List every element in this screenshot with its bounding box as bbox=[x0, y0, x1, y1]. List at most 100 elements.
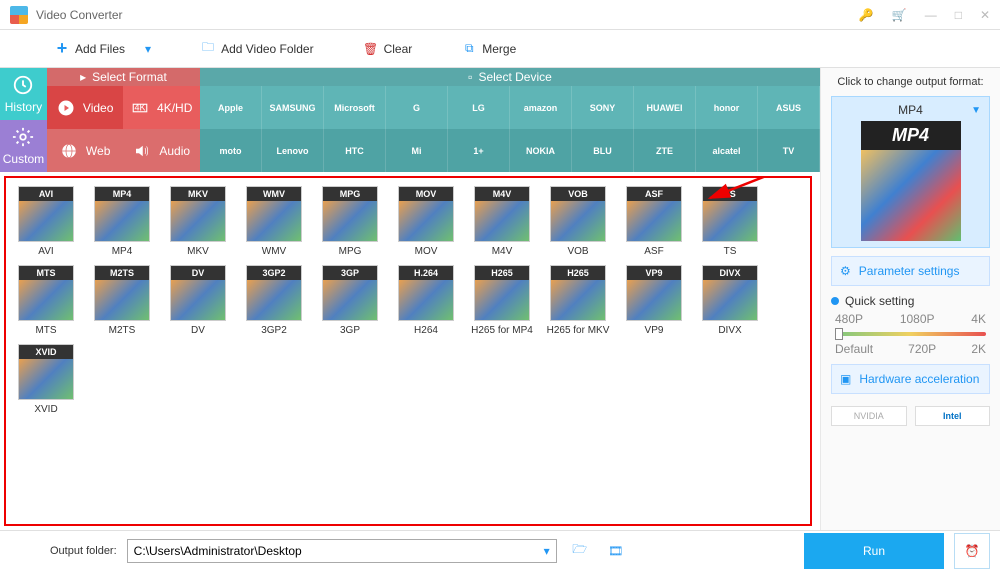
run-button[interactable]: Run bbox=[804, 533, 944, 569]
clear-button[interactable]: 🗑 Clear bbox=[364, 42, 413, 56]
format-avi[interactable]: AVIAVI bbox=[14, 186, 78, 257]
format-mov[interactable]: MOVMOV bbox=[394, 186, 458, 257]
format-asf[interactable]: ASFASF bbox=[622, 186, 686, 257]
format-m2ts[interactable]: M2TSM2TS bbox=[90, 265, 154, 336]
device-g[interactable]: G bbox=[386, 86, 448, 129]
merge-label: Merge bbox=[482, 42, 516, 56]
format-icon: DIVX bbox=[702, 265, 758, 321]
format-vob[interactable]: VOBVOB bbox=[546, 186, 610, 257]
custom-tab[interactable]: Custom bbox=[0, 120, 47, 172]
format-label: DV bbox=[191, 325, 205, 336]
device-tv[interactable]: TV bbox=[758, 129, 820, 172]
right-sidebar: Click to change output format: MP4 ▼ MP4… bbox=[820, 68, 1000, 530]
selected-format-name: MP4 bbox=[898, 103, 923, 117]
change-format-label: Click to change output format: bbox=[831, 76, 990, 88]
history-tab[interactable]: History bbox=[0, 68, 47, 120]
quality-slider[interactable] bbox=[835, 332, 986, 336]
open-output-button[interactable]: 🎞 bbox=[603, 539, 629, 563]
hardware-accel-button[interactable]: ▣ Hardware acceleration bbox=[831, 364, 990, 394]
format-label: MP4 bbox=[112, 246, 133, 257]
close-button[interactable]: ✕ bbox=[980, 8, 990, 22]
format-mp4[interactable]: MP4MP4 bbox=[90, 186, 154, 257]
run-label: Run bbox=[863, 544, 885, 558]
hardware-logos: NVIDIA Intel bbox=[831, 402, 990, 430]
select-format-header: ▸ Select Format bbox=[47, 68, 200, 86]
device-asus[interactable]: ASUS bbox=[758, 86, 820, 129]
hd-icon: 4K bbox=[131, 99, 149, 117]
format-ts[interactable]: TSTS bbox=[698, 186, 762, 257]
format-dv[interactable]: DV DV bbox=[166, 265, 230, 336]
film-icon: 🎞 bbox=[608, 544, 623, 558]
minimize-button[interactable]: — bbox=[925, 8, 937, 22]
device-apple[interactable]: Apple bbox=[200, 86, 262, 129]
device-lg[interactable]: LG bbox=[448, 86, 510, 129]
format-label: TS bbox=[724, 246, 737, 257]
slider-thumb[interactable] bbox=[835, 328, 843, 340]
format-icon: MP4 bbox=[94, 186, 150, 242]
format-icon: DV bbox=[170, 265, 226, 321]
format-label: XVID bbox=[34, 404, 57, 415]
device-microsoft[interactable]: Microsoft bbox=[324, 86, 386, 129]
key-icon[interactable]: 🔑 bbox=[859, 8, 874, 22]
device-huawei[interactable]: HUAWEI bbox=[634, 86, 696, 129]
format-h265-for-mkv[interactable]: H265H265 for MKV bbox=[546, 265, 610, 336]
hd-tab[interactable]: 4K 4K/HD bbox=[123, 86, 200, 129]
format-device-bar: History Custom ▸ Select Format Video bbox=[0, 68, 820, 172]
device-blu[interactable]: BLU bbox=[572, 129, 634, 172]
device-moto[interactable]: moto bbox=[200, 129, 262, 172]
app-title: Video Converter bbox=[36, 8, 859, 22]
format-3gp2[interactable]: 3GP23GP2 bbox=[242, 265, 306, 336]
nvidia-logo: NVIDIA bbox=[831, 406, 907, 426]
format-h264[interactable]: H.264H264 bbox=[394, 265, 458, 336]
format-vp9[interactable]: VP9VP9 bbox=[622, 265, 686, 336]
format-mkv[interactable]: MKVMKV bbox=[166, 186, 230, 257]
format-mts[interactable]: MTSMTS bbox=[14, 265, 78, 336]
output-format-selector[interactable]: MP4 ▼ MP4 bbox=[831, 96, 990, 248]
chevron-down-icon: ▼ bbox=[971, 105, 981, 116]
device-lenovo[interactable]: Lenovo bbox=[262, 129, 324, 172]
format-wmv[interactable]: WMVWMV bbox=[242, 186, 306, 257]
browse-folder-button[interactable]: 🗁 bbox=[567, 539, 593, 563]
format-label: MTS bbox=[35, 325, 56, 336]
maximize-button[interactable]: □ bbox=[955, 8, 962, 22]
device-alcatel[interactable]: alcatel bbox=[696, 129, 758, 172]
device-amazon[interactable]: amazon bbox=[510, 86, 572, 129]
format-mpg[interactable]: MPGMPG bbox=[318, 186, 382, 257]
add-folder-button[interactable]: 🗀 Add Video Folder bbox=[201, 42, 314, 56]
parameter-settings-button[interactable]: ⚙ Parameter settings bbox=[831, 256, 990, 286]
titlebar: Video Converter 🔑 🛒 — □ ✕ bbox=[0, 0, 1000, 30]
device-mi[interactable]: Mi bbox=[386, 129, 448, 172]
web-tab[interactable]: Web bbox=[47, 129, 124, 172]
bottom-bar: Output folder: C:\Users\Administrator\De… bbox=[0, 530, 1000, 570]
format-label: M4V bbox=[492, 246, 513, 257]
schedule-button[interactable]: ⏰ bbox=[954, 533, 990, 569]
format-divx[interactable]: DIVX DIVX bbox=[698, 265, 762, 336]
device-htc[interactable]: HTC bbox=[324, 129, 386, 172]
format-h265-for-mp4[interactable]: H265H265 for MP4 bbox=[470, 265, 534, 336]
device-zte[interactable]: ZTE bbox=[634, 129, 696, 172]
device-samsung[interactable]: SAMSUNG bbox=[262, 86, 324, 129]
format-label: DIVX bbox=[718, 325, 741, 336]
slider-tick-label: 720P bbox=[908, 342, 936, 356]
cart-icon[interactable]: 🛒 bbox=[892, 8, 907, 22]
merge-button[interactable]: ⧉ Merge bbox=[462, 42, 516, 56]
output-folder-path: C:\Users\Administrator\Desktop bbox=[134, 544, 302, 558]
video-tab[interactable]: Video bbox=[47, 86, 124, 129]
device-1+[interactable]: 1+ bbox=[448, 129, 510, 172]
history-icon bbox=[12, 74, 34, 96]
device-honor[interactable]: honor bbox=[696, 86, 758, 129]
film-icon: ▸ bbox=[80, 70, 86, 84]
output-folder-input[interactable]: C:\Users\Administrator\Desktop ▾ bbox=[127, 539, 557, 563]
format-3gp[interactable]: 3GP3GP bbox=[318, 265, 382, 336]
device-sony[interactable]: SONY bbox=[572, 86, 634, 129]
format-icon: 3GP2 bbox=[246, 265, 302, 321]
audio-tab[interactable]: Audio bbox=[123, 129, 200, 172]
format-icon: VOB bbox=[550, 186, 606, 242]
device-nokia[interactable]: NOKIA bbox=[510, 129, 572, 172]
add-files-button[interactable]: + Add Files bbox=[55, 42, 125, 56]
plus-icon: + bbox=[55, 42, 69, 56]
add-files-dropdown[interactable]: ▾ bbox=[145, 42, 151, 56]
format-xvid[interactable]: XVIDXVID bbox=[14, 344, 78, 415]
format-label: M2TS bbox=[109, 325, 136, 336]
format-m4v[interactable]: M4VM4V bbox=[470, 186, 534, 257]
